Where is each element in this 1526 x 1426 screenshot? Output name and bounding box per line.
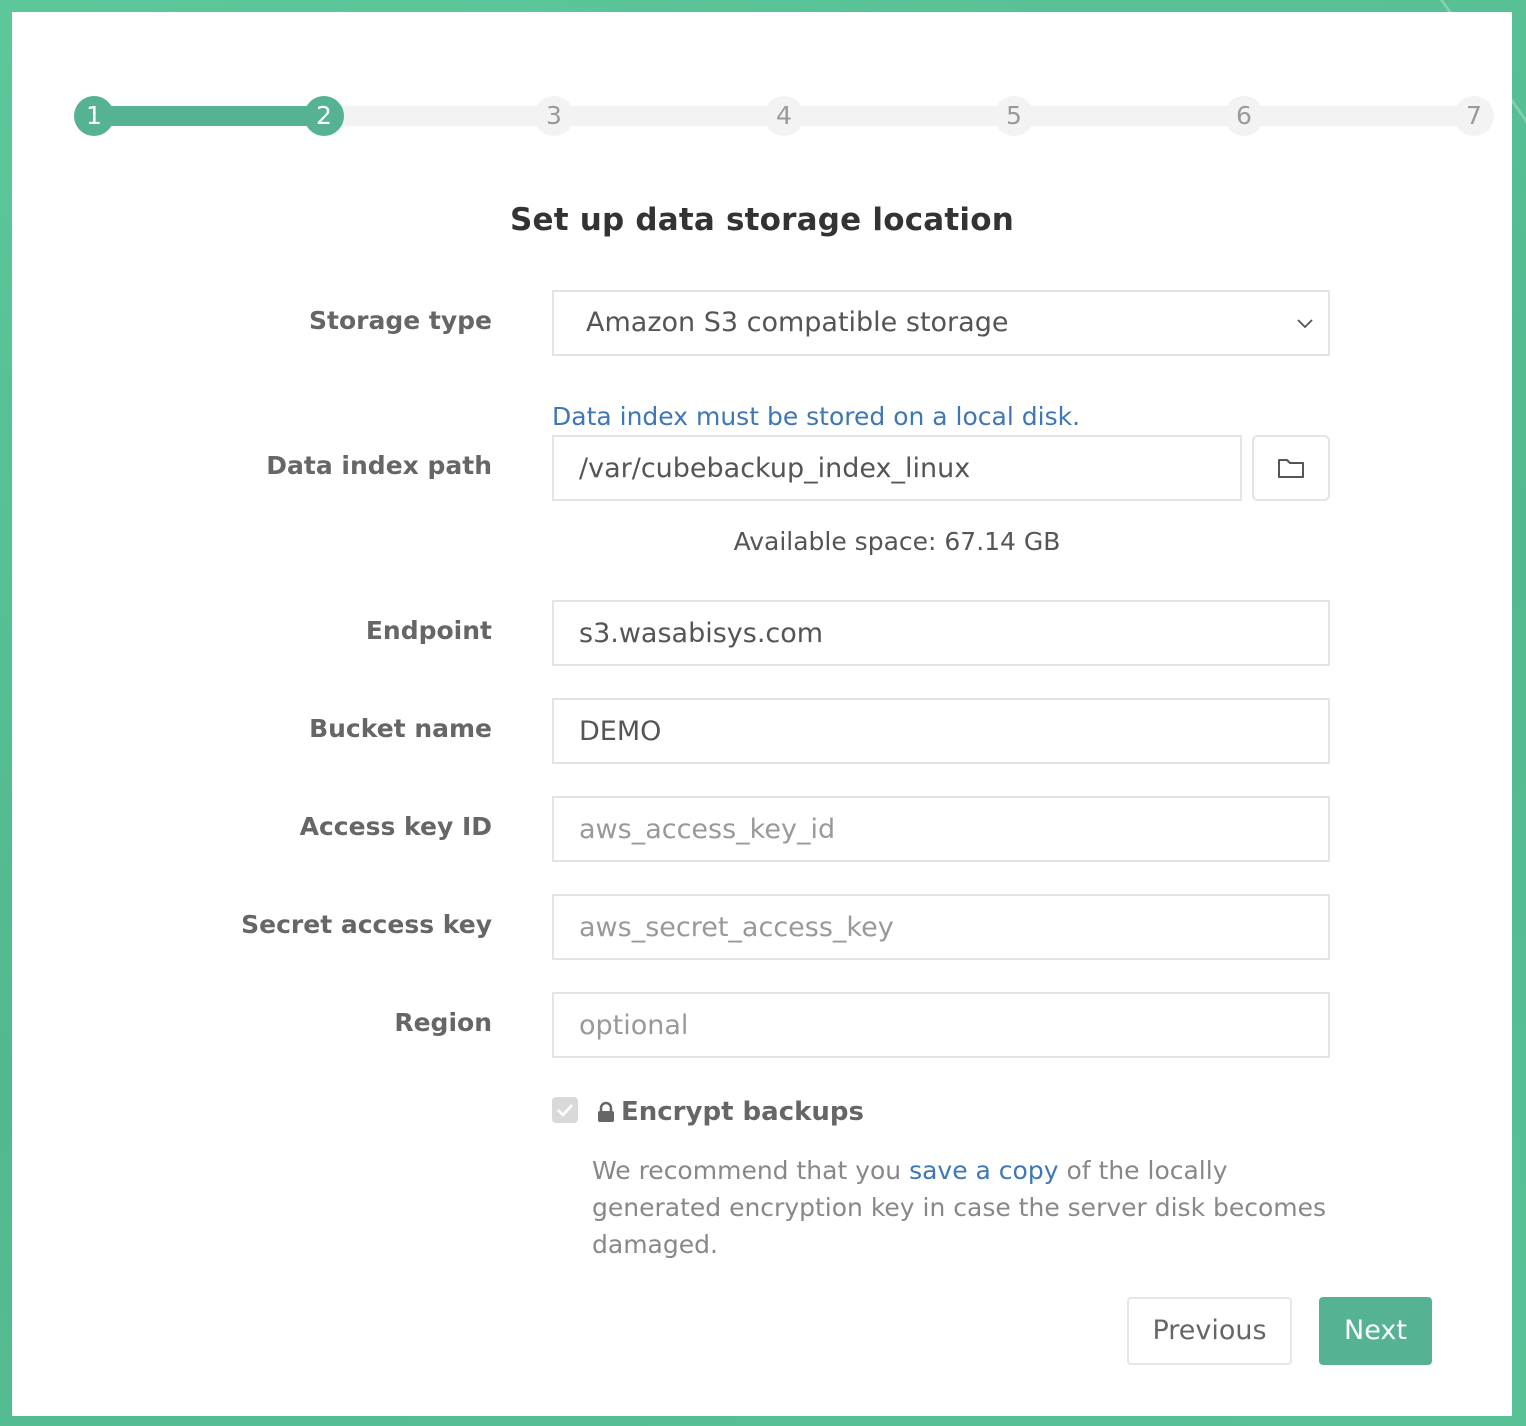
page-title: Set up data storage location (509, 202, 1015, 238)
storage-type-value: Amazon S3 compatible storage (586, 307, 1009, 338)
secret-access-key-label: Secret access key (241, 910, 492, 939)
region-input[interactable] (552, 992, 1330, 1058)
bucket-name-label: Bucket name (309, 714, 492, 743)
next-button[interactable]: Next (1319, 1297, 1432, 1365)
step-4: 4 (764, 96, 804, 136)
checkmark-icon (557, 1104, 573, 1117)
endpoint-label: Endpoint (365, 616, 492, 645)
encrypt-description: We recommend that you save a copy of the… (592, 1152, 1352, 1263)
setup-wizard-card: 1 2 3 4 5 6 7 Set up data storage locati… (12, 12, 1512, 1416)
index-location-hint: Data index must be stored on a local dis… (552, 402, 1081, 431)
storage-type-label: Storage type (309, 306, 492, 335)
encrypt-desc-before: We recommend that you (592, 1156, 910, 1185)
chevron-down-icon (1297, 319, 1313, 329)
access-key-id-label: Access key ID (299, 812, 492, 841)
step-5: 5 (994, 96, 1034, 136)
previous-button[interactable]: Previous (1127, 1297, 1292, 1365)
bucket-name-input[interactable] (552, 698, 1330, 764)
stepper-progress (94, 106, 324, 126)
region-label: Region (394, 1008, 492, 1037)
storage-type-select[interactable]: Amazon S3 compatible storage (552, 290, 1330, 356)
data-index-path-input[interactable] (552, 435, 1242, 501)
wizard-stepper: 1 2 3 4 5 6 7 (74, 96, 1494, 136)
step-3: 3 (534, 96, 574, 136)
lock-icon (598, 1101, 614, 1122)
step-7: 7 (1454, 96, 1494, 136)
step-1: 1 (74, 96, 114, 136)
browse-folder-button[interactable] (1252, 435, 1330, 501)
folder-icon (1278, 459, 1304, 478)
encrypt-backups-label: Encrypt backups (597, 1097, 864, 1127)
encrypt-backups-text: Encrypt backups (621, 1097, 865, 1127)
data-index-path-label: Data index path (266, 451, 492, 480)
step-2: 2 (304, 96, 344, 136)
encrypt-backups-checkbox[interactable] (552, 1097, 578, 1123)
access-key-id-input[interactable] (552, 796, 1330, 862)
secret-access-key-input[interactable] (552, 894, 1330, 960)
save-key-copy-link[interactable]: save a copy (909, 1156, 1058, 1185)
available-space: Available space: 67.14 GB (733, 527, 1061, 556)
step-6: 6 (1224, 96, 1264, 136)
endpoint-input[interactable] (552, 600, 1330, 666)
